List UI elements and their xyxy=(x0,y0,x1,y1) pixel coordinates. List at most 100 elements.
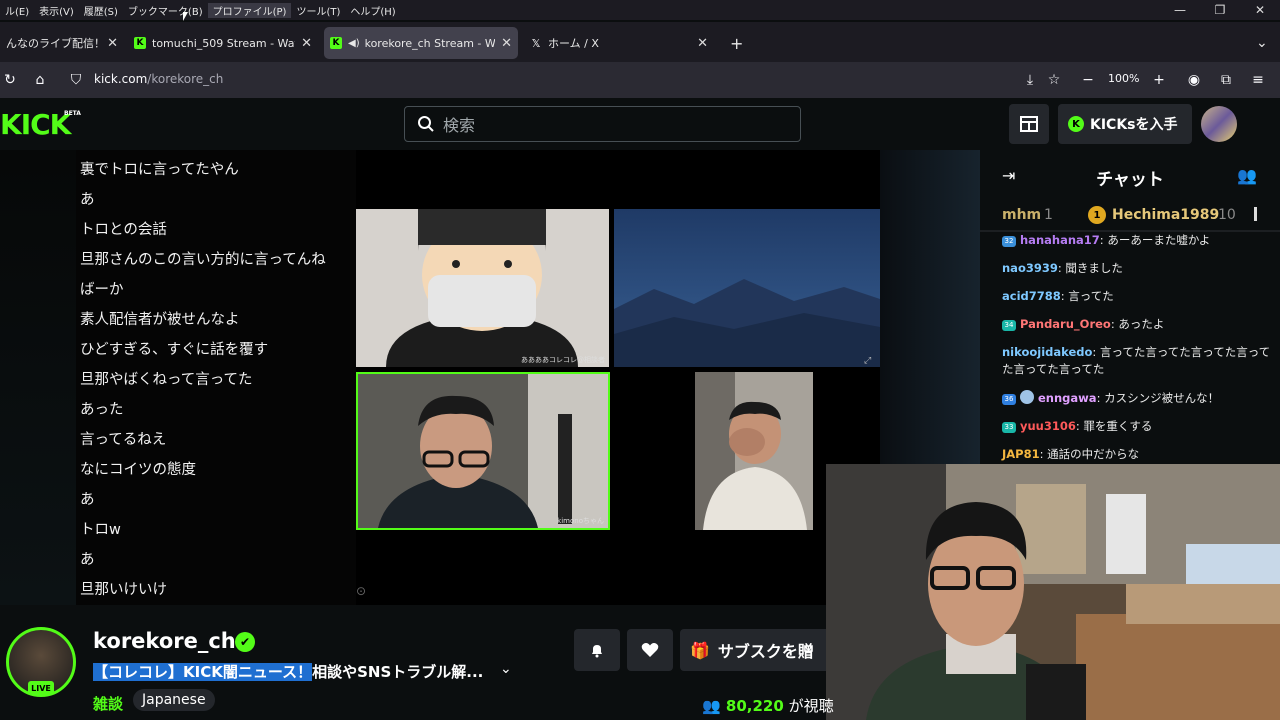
get-kicks-label: KICKsを入手 xyxy=(1090,117,1178,133)
language-tag[interactable]: Japanese xyxy=(133,689,215,711)
fullscreen-icon[interactable]: ⤢ xyxy=(864,356,871,366)
stream-title-rest: 相談やSNSトラブル解... xyxy=(312,663,484,681)
search-placeholder: 検索 xyxy=(443,116,476,135)
chat-message: JAP81: 通話の中だからな xyxy=(1002,446,1272,463)
menu-tools[interactable]: ツール(T) xyxy=(291,3,345,18)
mountain-image xyxy=(614,279,880,367)
gifter-name[interactable]: Hechima1989 xyxy=(1112,207,1219,223)
menu-profile[interactable]: プロファイル(P) xyxy=(207,2,292,18)
kick-logo[interactable]: KICK xyxy=(0,108,71,141)
chat-message: nao3939: 聞きました xyxy=(1002,260,1272,277)
chat-username[interactable]: acid7788 xyxy=(1002,289,1061,303)
close-icon[interactable]: ✕ xyxy=(501,36,512,51)
subtitle-panel: 裏でトロに言ってたやん あ トロとの会話 旦那さんのこの言い方的に言ってんね ば… xyxy=(76,150,356,605)
menu-bookmarks[interactable]: ブックマーク(B) xyxy=(123,3,208,18)
beta-label: BETA xyxy=(64,110,81,117)
users-icon[interactable]: 👥 xyxy=(1237,166,1257,185)
stream-title: 【コレコレ】KICK闇ニュース！相談やSNSトラブル解... xyxy=(93,661,483,682)
get-kicks-button[interactable]: K KICKsを入手 xyxy=(1058,104,1192,144)
chat-username[interactable]: nikoojidakedo xyxy=(1002,345,1092,359)
user-avatar[interactable] xyxy=(1201,106,1237,142)
tab-x-home[interactable]: 𝕏 ホーム / X ✕ xyxy=(524,27,714,59)
tab-live-list[interactable]: んなのライブ配信！ ✕ xyxy=(0,27,124,59)
tab-title: ホーム / X xyxy=(548,37,599,50)
speaker-icon[interactable]: ◀) xyxy=(348,38,360,49)
streamer-webcam-overlay xyxy=(826,464,1280,720)
tab-bar: んなのライブ配信！ ✕ K tomuchi_509 Stream - Watch… xyxy=(0,22,1280,62)
tab-list-button[interactable]: ⌄ xyxy=(1250,27,1274,59)
verified-icon: ✔ xyxy=(235,632,255,652)
app-menu-icon[interactable]: ≡ xyxy=(1248,70,1268,90)
menu-history[interactable]: 履歴(S) xyxy=(79,3,123,18)
tab-korekore[interactable]: K ◀) korekore_ch Stream - Watc ✕ xyxy=(324,27,518,59)
chat-text: : 罪を重くする xyxy=(1075,419,1153,433)
search-input[interactable]: 検索 xyxy=(404,106,801,142)
menu-edit[interactable]: ル(E) xyxy=(0,3,34,18)
chat-username[interactable]: Pandaru_Oreo xyxy=(1020,317,1111,331)
subtitle-line: 裏でトロに言ってたやん xyxy=(80,162,239,178)
channel-info-bar: LIVE korekore_ch ✔ 【コレコレ】KICK闇ニュース！相談やSN… xyxy=(0,605,834,720)
chat-username[interactable]: nao3939 xyxy=(1002,261,1058,275)
url-path: /korekore_ch xyxy=(147,72,224,86)
close-icon[interactable]: ✕ xyxy=(107,36,118,51)
chevron-down-icon[interactable]: ⌄ xyxy=(500,661,512,677)
person-camera-image xyxy=(358,374,608,528)
gift-subscription-label: サブスクを贈 xyxy=(717,642,814,661)
shield-icon[interactable]: ⛉ xyxy=(66,70,86,90)
reload-icon[interactable]: ↻ xyxy=(0,70,20,90)
chat-message: nikoojidakedo: 言ってた言ってた言ってた言ってた言ってた言ってた xyxy=(1002,344,1272,378)
tab-tomuchi[interactable]: K tomuchi_509 Stream - Watch Li ✕ xyxy=(128,27,318,59)
home-icon[interactable]: ⌂ xyxy=(30,70,50,90)
cam-caption: ああああコレコレ@相談者 xyxy=(521,356,605,364)
minimize-button[interactable]: — xyxy=(1160,0,1200,20)
user-avatar-icon xyxy=(1020,390,1034,404)
menu-help[interactable]: ヘルプ(H) xyxy=(345,3,400,18)
new-tab-button[interactable]: + xyxy=(724,27,750,59)
profile-icon[interactable]: ◉ xyxy=(1184,70,1204,90)
menu-bar: ル(E) 表示(V) 履歴(S) ブックマーク(B) プロファイル(P) ツール… xyxy=(0,0,1280,20)
subtitle-line: ばーか xyxy=(80,282,124,298)
gift-subscription-button[interactable]: 🎁 サブスクを贈 xyxy=(680,629,826,671)
menu-view[interactable]: 表示(V) xyxy=(34,3,79,18)
gifter-name[interactable]: mhm xyxy=(1002,207,1041,223)
cam-tile-guest xyxy=(695,372,813,530)
cam-tile-speaker: kimonoちゃん xyxy=(356,372,610,530)
follow-button[interactable] xyxy=(627,629,673,671)
viewer-count: 👥 80,220 が視聴 xyxy=(702,695,834,716)
zoom-level[interactable]: 100% xyxy=(1108,72,1139,85)
save-page-icon[interactable]: ⤓ xyxy=(1020,70,1040,90)
address-bar[interactable]: kick.com/korekore_ch xyxy=(94,72,223,86)
site-header: KICK BETA 検索 K KICKsを入手 xyxy=(0,98,1280,150)
streamer-webcam-image xyxy=(826,464,1280,720)
tab-title: んなのライブ配信！ xyxy=(6,37,102,50)
subtitle-line: トロとの会話 xyxy=(80,222,167,238)
category-link[interactable]: 雑談 xyxy=(93,693,123,714)
chat-username[interactable]: yuu3106 xyxy=(1020,419,1076,433)
subtitle-line: あ xyxy=(80,552,95,568)
extensions-icon[interactable]: ⧉ xyxy=(1216,70,1236,90)
subtitle-line: トロw xyxy=(80,522,121,538)
chat-username[interactable]: JAP81 xyxy=(1002,447,1040,461)
chat-username[interactable]: hanahana17 xyxy=(1020,233,1100,247)
window-close-button[interactable]: ✕ xyxy=(1240,0,1280,20)
subtitle-line: あった xyxy=(80,402,124,418)
viewer-count-suffix: が視聴 xyxy=(783,697,834,715)
pinned-scroll-indicator xyxy=(1254,207,1257,221)
notification-button[interactable] xyxy=(574,629,620,671)
zoom-out-button[interactable]: − xyxy=(1078,70,1098,90)
cam-caption: kimonoちゃん xyxy=(557,517,604,525)
bookmark-star-icon[interactable]: ☆ xyxy=(1044,70,1064,90)
channel-name[interactable]: korekore_ch xyxy=(93,629,236,653)
browse-button[interactable] xyxy=(1009,104,1049,144)
zoom-in-button[interactable]: + xyxy=(1149,70,1169,90)
subtitle-line: なにコイツの態度 xyxy=(80,462,196,478)
maximize-button[interactable]: ❐ xyxy=(1200,0,1240,20)
bell-icon xyxy=(592,645,602,658)
chat-message: 32 hanahana17: あーあーまた嘘かよ xyxy=(1002,232,1272,249)
close-icon[interactable]: ✕ xyxy=(697,36,708,51)
chat-text: : あーあーまた嘘かよ xyxy=(1099,233,1211,247)
gift-icon: 🎁 xyxy=(690,640,710,660)
close-icon[interactable]: ✕ xyxy=(301,36,312,51)
kicks-coin-icon: K xyxy=(1068,116,1084,132)
chat-username[interactable]: enngawa xyxy=(1038,391,1097,405)
